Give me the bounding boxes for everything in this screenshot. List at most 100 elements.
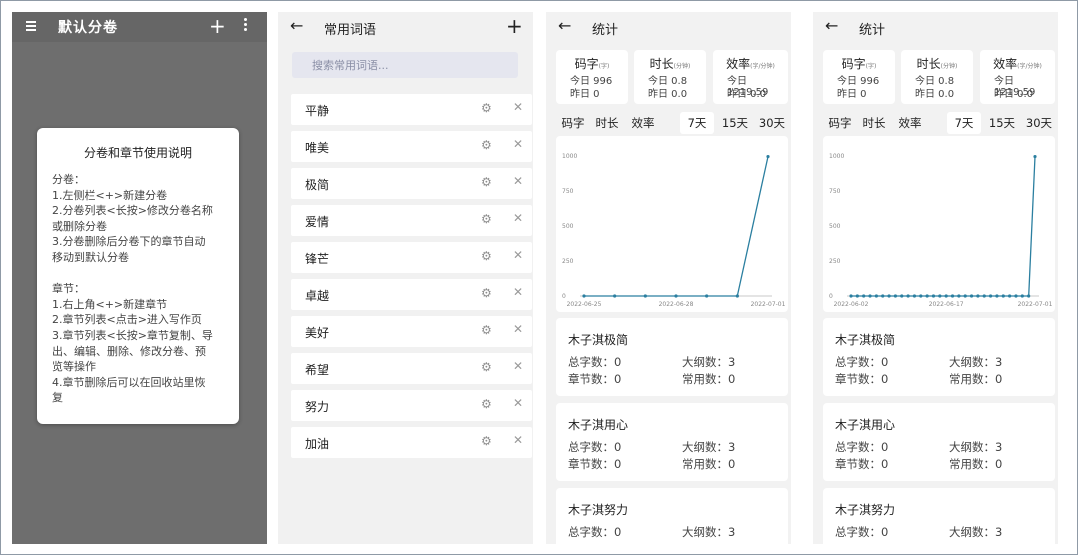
- stat-card-unit: (字/分钟): [1017, 63, 1042, 70]
- data-point: [931, 294, 936, 298]
- data-point: [705, 294, 709, 298]
- phrase-item[interactable]: 美好 ⚙ ✕: [291, 316, 532, 347]
- stat-card: 时长(分钟) 今日 0.8 昨日 0.0: [634, 50, 706, 104]
- gear-icon[interactable]: ⚙: [481, 286, 492, 300]
- y-tick-label: 500: [829, 223, 841, 230]
- list-menu-icon[interactable]: [22, 19, 36, 33]
- phrase-search-input[interactable]: 搜索常用词语...: [292, 52, 518, 78]
- close-icon[interactable]: ✕: [513, 174, 523, 188]
- book-total-words: 总字数：0: [568, 440, 622, 454]
- close-icon[interactable]: ✕: [513, 433, 523, 447]
- stat-card-unit: (分钟): [673, 63, 691, 70]
- stat-card-yesterday: 昨日 0: [837, 89, 867, 100]
- dialog-line: 章节：: [52, 282, 85, 296]
- data-point: [868, 294, 872, 298]
- gear-icon[interactable]: ⚙: [481, 175, 492, 189]
- data-point: [969, 294, 974, 298]
- book-card[interactable]: 木子淇努力 总字数：0 大纲数：3: [556, 488, 788, 544]
- stat-card-title: 时长: [649, 57, 674, 71]
- close-icon[interactable]: ✕: [513, 100, 523, 114]
- close-icon[interactable]: ✕: [513, 359, 523, 373]
- phrase-item[interactable]: 唯美 ⚙ ✕: [291, 131, 532, 162]
- stat-card-yesterday: 昨日 0.0: [648, 89, 688, 100]
- book-total-words: 总字数：0: [568, 525, 622, 539]
- data-point: [912, 294, 917, 298]
- stat-card-yesterday: 昨日 0: [570, 89, 600, 100]
- tab-5[interactable]: 30天: [1021, 112, 1057, 134]
- book-card[interactable]: 木子淇极简 总字数：0 大纲数：3 章节数：0 常用数：0: [556, 318, 788, 396]
- gear-icon[interactable]: ⚙: [481, 249, 492, 263]
- phrase-item[interactable]: 努力 ⚙ ✕: [291, 390, 532, 421]
- y-tick-label: 1000: [562, 153, 577, 160]
- data-point: [855, 294, 859, 298]
- book-outline-count: 大纲数：3: [682, 525, 736, 539]
- tab-0[interactable]: 码字: [823, 112, 857, 134]
- gear-icon[interactable]: ⚙: [481, 101, 492, 115]
- add-volume-icon[interactable]: +: [209, 14, 226, 38]
- close-icon[interactable]: ✕: [513, 322, 523, 336]
- dialog-line: 复: [52, 391, 63, 405]
- tab-3[interactable]: 7天: [680, 112, 714, 134]
- close-icon[interactable]: ✕: [513, 211, 523, 225]
- book-outline-count: 大纲数：3: [682, 355, 736, 369]
- phrase-item[interactable]: 平静 ⚙ ✕: [291, 94, 532, 125]
- y-tick-label: 0: [562, 293, 566, 300]
- back-arrow-icon[interactable]: ←: [825, 16, 838, 35]
- stat-card: 时长(分钟) 今日 0.8 昨日 0.0: [901, 50, 973, 104]
- stats-screen-1: ← 统计 码字(字) 今日 996 昨日 0 时长(分钟) 今日 0.8 昨日 0.0 效率(字…: [546, 12, 791, 544]
- book-common-count: 常用数：0: [949, 457, 1003, 471]
- phrase-item[interactable]: 爱情 ⚙ ✕: [291, 205, 532, 236]
- book-name: 木子淇用心: [568, 418, 629, 432]
- back-arrow-icon[interactable]: ←: [558, 16, 571, 35]
- data-point: [938, 294, 942, 298]
- close-icon[interactable]: ✕: [513, 248, 523, 262]
- data-point: [766, 154, 770, 159]
- add-phrase-icon[interactable]: +: [506, 14, 523, 38]
- stat-card-title: 时长: [916, 57, 941, 71]
- phrase-item[interactable]: 极简 ⚙ ✕: [291, 168, 532, 199]
- volume-screen: 默认分卷 + 分卷和章节使用说明 分卷： 1.左侧栏<+>新建分卷 2.分卷列表…: [12, 12, 267, 544]
- tab-2[interactable]: 效率: [624, 112, 662, 134]
- more-vert-icon[interactable]: [244, 18, 248, 33]
- gear-icon[interactable]: ⚙: [481, 323, 492, 337]
- stat-card-yesterday: 昨日 0.0: [994, 89, 1034, 100]
- book-card[interactable]: 木子淇极简 总字数：0 大纲数：3 章节数：0 常用数：0: [823, 318, 1055, 396]
- tab-5[interactable]: 30天: [754, 112, 790, 134]
- book-card[interactable]: 木子淇用心 总字数：0 大纲数：3 章节数：0 常用数：0: [556, 403, 788, 481]
- book-chapter-count: 章节数：0: [835, 372, 889, 386]
- gear-icon[interactable]: ⚙: [481, 212, 492, 226]
- close-icon[interactable]: ✕: [513, 285, 523, 299]
- book-card[interactable]: 木子淇用心 总字数：0 大纲数：3 章节数：0 常用数：0: [823, 403, 1055, 481]
- data-point: [1001, 294, 1005, 298]
- phrase-item[interactable]: 希望 ⚙ ✕: [291, 353, 532, 384]
- close-icon[interactable]: ✕: [513, 137, 523, 151]
- gear-icon[interactable]: ⚙: [481, 397, 492, 411]
- close-icon[interactable]: ✕: [513, 396, 523, 410]
- book-common-count: 常用数：0: [682, 457, 736, 471]
- x-tick-label: 2022-06-28: [659, 301, 694, 308]
- y-tick-label: 1000: [829, 153, 844, 160]
- phrase-label: 美好: [305, 326, 330, 340]
- gear-icon[interactable]: ⚙: [481, 434, 492, 448]
- stat-card: 码字(字) 今日 996 昨日 0: [823, 50, 895, 104]
- gear-icon[interactable]: ⚙: [481, 360, 492, 374]
- tab-1[interactable]: 时长: [857, 112, 891, 134]
- gear-icon[interactable]: ⚙: [481, 138, 492, 152]
- tab-4[interactable]: 15天: [718, 112, 752, 134]
- back-arrow-icon[interactable]: ←: [290, 16, 303, 35]
- phrase-item[interactable]: 锋芒 ⚙ ✕: [291, 242, 532, 273]
- tab-4[interactable]: 15天: [985, 112, 1019, 134]
- dialog-line: 2.分卷列表<长按>修改分卷名称: [52, 204, 213, 218]
- phrase-item[interactable]: 加油 ⚙ ✕: [291, 427, 532, 458]
- tab-0[interactable]: 码字: [556, 112, 590, 134]
- data-point: [1020, 294, 1024, 298]
- data-point: [982, 294, 986, 298]
- book-card[interactable]: 木子淇努力 总字数：0 大纲数：3: [823, 488, 1055, 544]
- phrase-item[interactable]: 卓越 ⚙ ✕: [291, 279, 532, 310]
- volume-title: 默认分卷: [58, 20, 118, 36]
- stat-card-yesterday: 昨日 0.0: [915, 89, 955, 100]
- tab-3[interactable]: 7天: [947, 112, 981, 134]
- tab-2[interactable]: 效率: [891, 112, 929, 134]
- tab-1[interactable]: 时长: [590, 112, 624, 134]
- data-point: [674, 294, 678, 298]
